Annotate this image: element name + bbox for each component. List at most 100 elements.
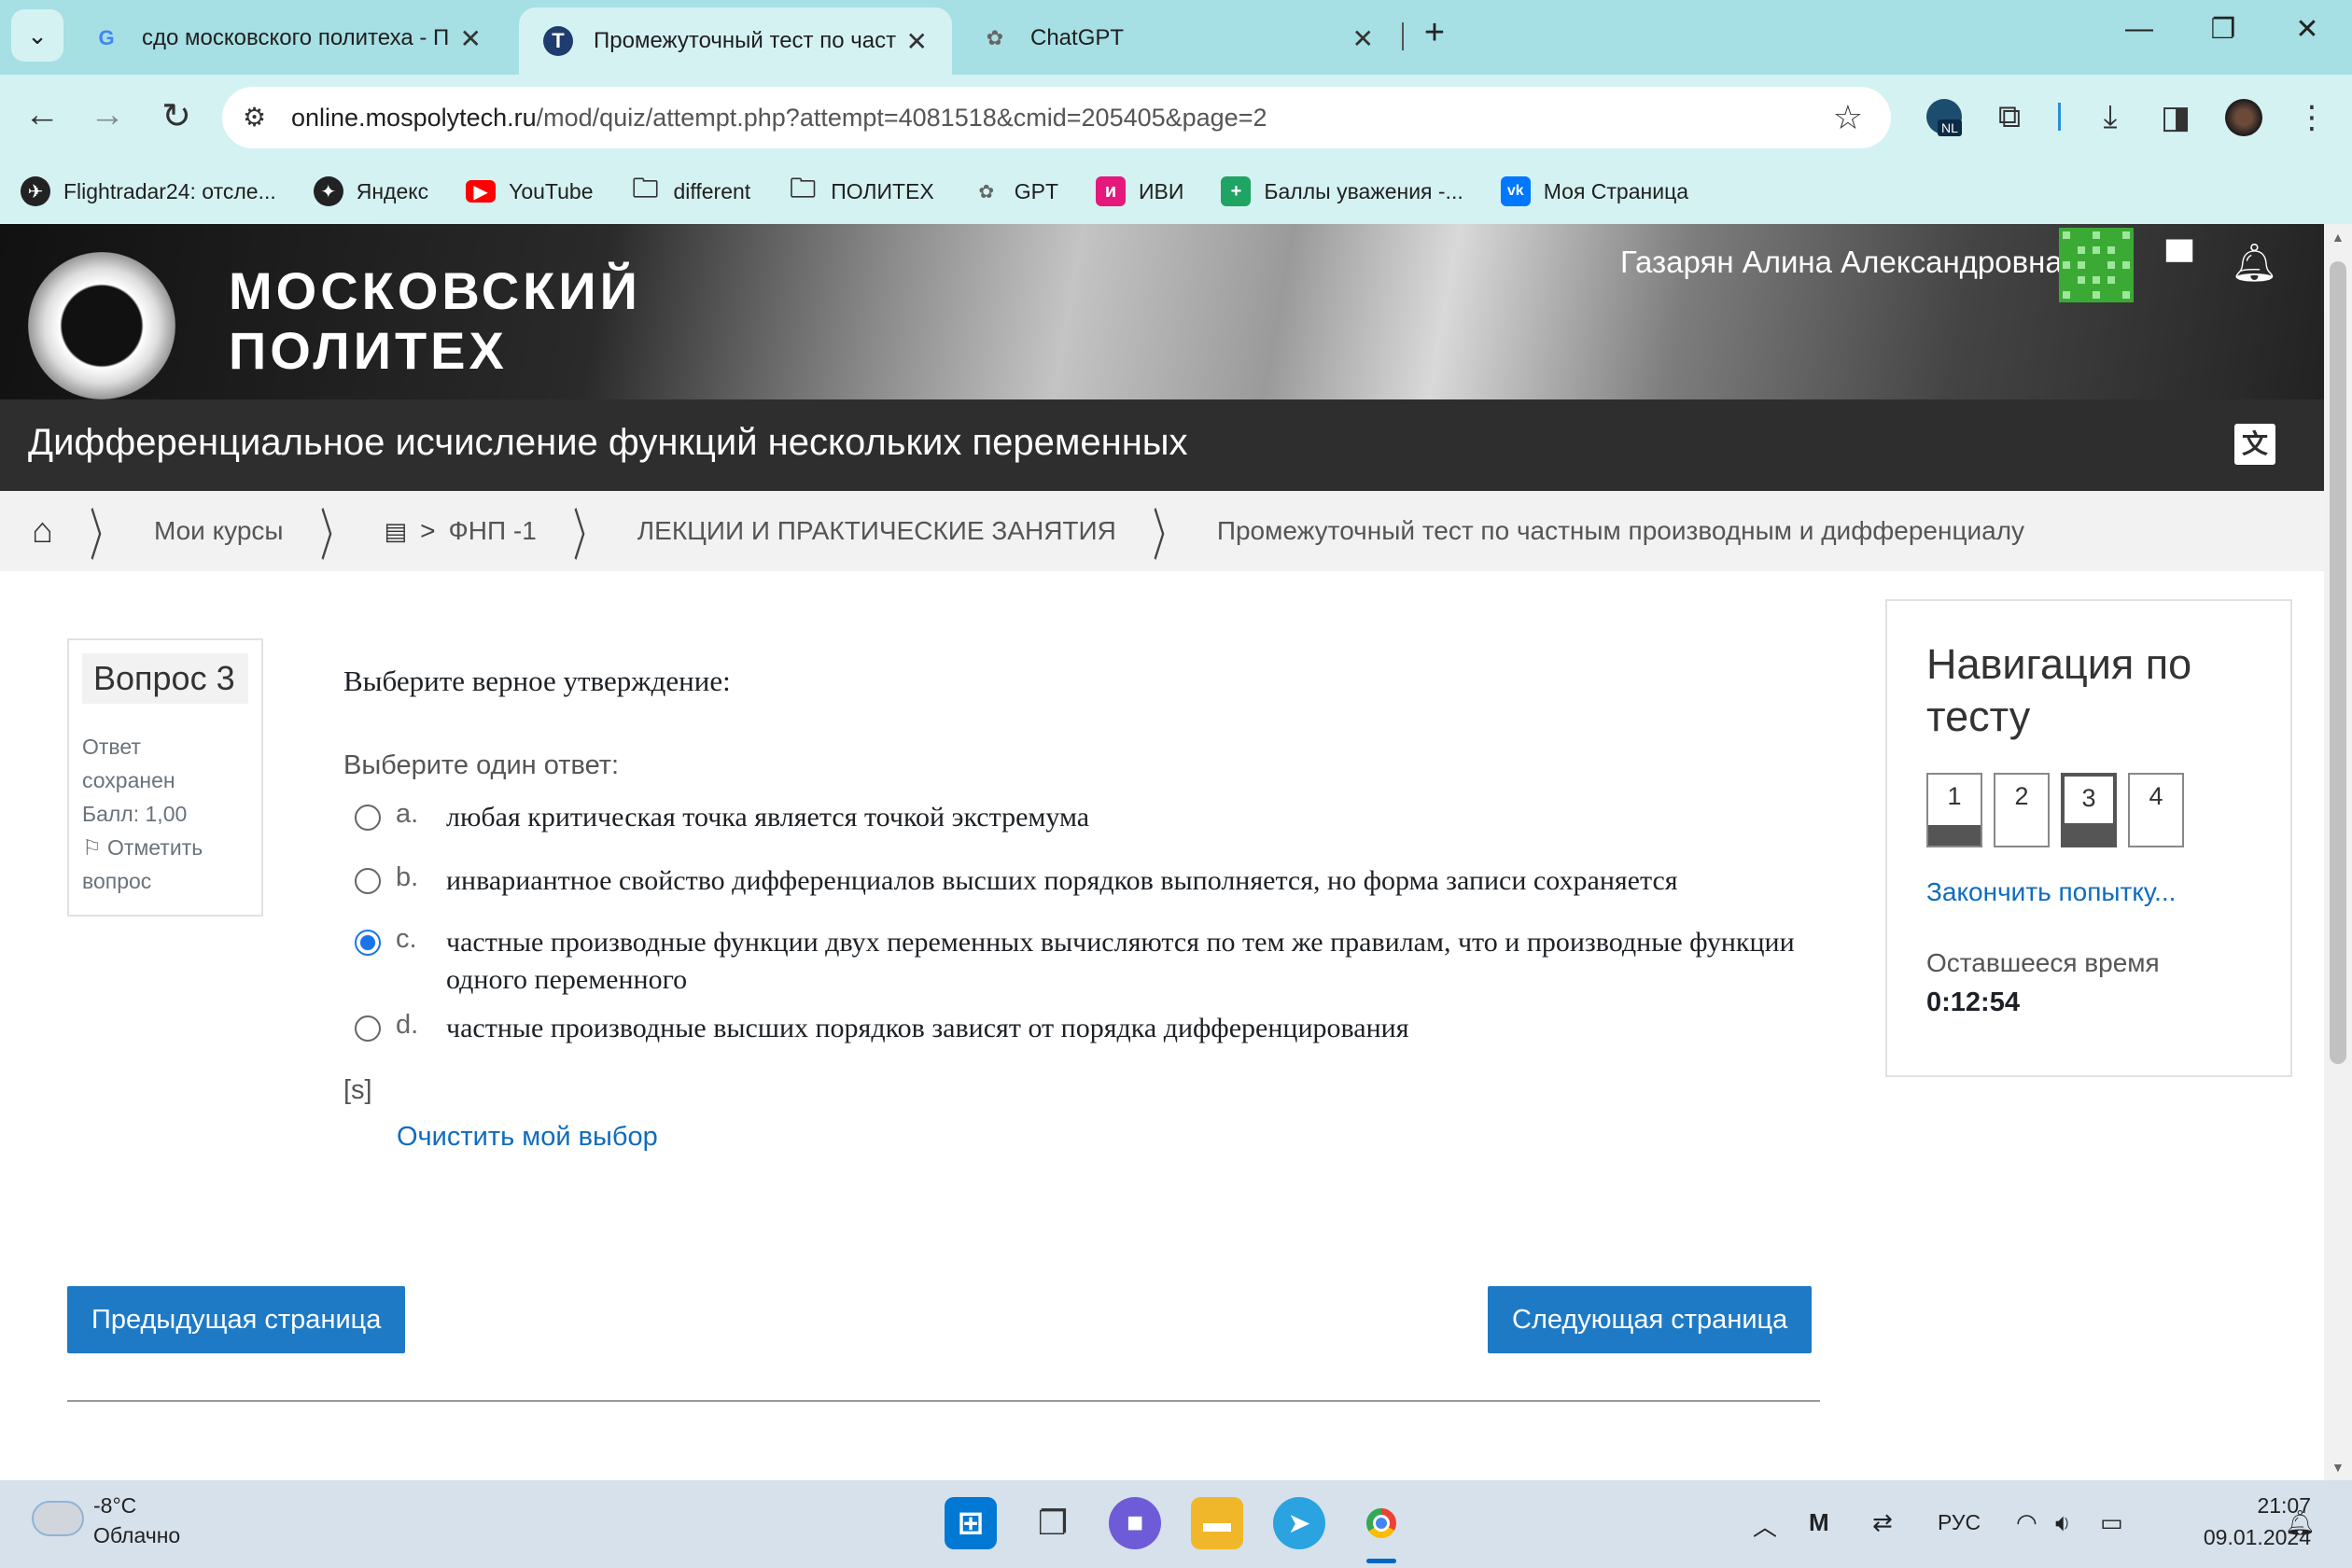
chevron-up-icon[interactable]: ︿ <box>1753 1508 1777 1543</box>
chevron-right-icon: 〉 <box>572 504 601 567</box>
weather-temp[interactable]: -8°C <box>93 1493 136 1519</box>
reload-icon[interactable]: ↻ <box>153 95 200 137</box>
close-icon[interactable]: ✕ <box>460 23 482 54</box>
scroll-up-icon[interactable]: ▲ <box>2331 230 2345 245</box>
restore-icon[interactable]: ❐ <box>2195 13 2251 46</box>
bookmark-yandex[interactable]: ✦ Яндекс <box>313 176 428 206</box>
close-icon[interactable]: ✕ <box>1352 23 1374 54</box>
bookmark-vk[interactable]: vk Моя Страница <box>1500 176 1689 206</box>
question-info: Вопрос 3 Ответ сохранен Балл: 1,00 ⚐ Отм… <box>67 638 263 917</box>
bookmark-gpt[interactable]: ✿ GPT <box>972 176 1058 206</box>
start-icon[interactable]: ⊞ <box>945 1497 997 1549</box>
notification-bell-icon[interactable]: 🔔︎ <box>2285 1508 2316 1537</box>
chrome-icon[interactable] <box>1355 1497 1407 1549</box>
radio-b[interactable] <box>355 868 381 894</box>
answer-option-a[interactable]: a. любая критическая точка является точк… <box>355 799 1883 836</box>
address-bar[interactable]: ⚙ online.mospolytech.ru/mod/quiz/attempt… <box>222 87 1891 148</box>
option-text[interactable]: инвариантное свойство дифференциалов выс… <box>446 862 1883 900</box>
download-icon[interactable]: ⤓ <box>2087 99 2134 135</box>
breadcrumb-my-courses[interactable]: Мои курсы <box>154 516 284 546</box>
quiz-nav-question-3[interactable]: 3 <box>2061 773 2117 847</box>
tab-quiz[interactable]: T Промежуточный тест по частн ✕ <box>519 7 952 75</box>
answer-option-d[interactable]: d. частные производные высших порядков з… <box>355 1010 1883 1047</box>
logo-icon[interactable] <box>28 252 175 399</box>
back-icon[interactable]: ← <box>19 95 65 135</box>
scroll-thumb[interactable] <box>2330 261 2346 1064</box>
task-view-icon[interactable]: ❐ <box>1027 1497 1079 1549</box>
user-name[interactable]: Газарян Алина Александровна <box>1620 245 2063 280</box>
side-panel-icon[interactable]: ◨ <box>2152 99 2199 136</box>
telegram-icon[interactable]: ➤ <box>1273 1497 1325 1549</box>
weather-desc[interactable]: Облачно <box>93 1523 180 1548</box>
battery-icon[interactable]: ▭ <box>2100 1508 2123 1537</box>
tab-chatgpt[interactable]: ✿ ChatGPT ✕ <box>956 7 1398 69</box>
next-page-button[interactable]: Следующая страница <box>1488 1286 1813 1353</box>
question-number-label: 4 <box>2149 782 2163 810</box>
clear-choice-link[interactable]: Очистить мой выбор <box>397 1122 658 1153</box>
option-text[interactable]: частные производные функции двух перемен… <box>446 924 1874 999</box>
breadcrumb-course[interactable]: ФНП -1 <box>448 516 536 546</box>
chat-icon[interactable]: ■ <box>1109 1497 1161 1549</box>
extensions-icon[interactable]: ⧉ <box>1986 99 2033 135</box>
quiz-nav-question-2[interactable]: 2 <box>1994 773 2050 847</box>
volume-icon[interactable]: 🔉︎ <box>2055 1508 2070 1538</box>
wifi-icon[interactable]: ◠ <box>2016 1508 2037 1537</box>
avatar[interactable] <box>2059 228 2134 302</box>
flag-question[interactable]: ⚐ Отметить <box>82 831 248 864</box>
new-tab-button[interactable]: + <box>1413 13 1456 53</box>
question-number: Вопрос 3 <box>82 653 248 704</box>
option-letter: b. <box>396 862 419 892</box>
answer-option-c[interactable]: c. частные производные функции двух пере… <box>355 924 1874 999</box>
translate-icon[interactable]: 文 <box>2234 424 2275 465</box>
bookmark-label: YouTube <box>509 178 594 203</box>
question-state-2: сохранен <box>82 768 175 792</box>
quiz-nav-question-1[interactable]: 1 <box>1926 773 1982 847</box>
site-logo-text[interactable]: МОСКОВСКИЙ ПОЛИТЕХ <box>229 261 641 381</box>
page-scrollbar[interactable]: ▲ ▼ <box>2324 224 2352 1480</box>
bookmark-ivi[interactable]: и ИВИ <box>1096 176 1183 206</box>
google-icon: G <box>98 26 115 49</box>
question-number-label: 2 <box>2014 782 2029 810</box>
profile-avatar[interactable] <box>2225 99 2262 136</box>
bookmark-youtube[interactable]: ▶ YouTube <box>466 178 594 204</box>
vpn-extension-icon[interactable]: NL <box>1921 99 1967 143</box>
sliders-icon[interactable]: ⇄ <box>1872 1508 1893 1537</box>
bookmark-folder-different[interactable]: 🗀 different <box>631 174 750 206</box>
bookmark-flightradar[interactable]: ✈ Flightradar24: отсле... <box>21 176 276 206</box>
quiz-nav-question-4[interactable]: 4 <box>2128 773 2184 847</box>
option-text[interactable]: любая критическая точка является точкой … <box>446 799 1883 836</box>
scroll-down-icon[interactable]: ▼ <box>2331 1460 2345 1475</box>
flag-icon: ⚐ <box>82 835 102 860</box>
vk-icon: vk <box>1500 176 1531 206</box>
flag-label-2[interactable]: вопрос <box>82 864 248 898</box>
input-language[interactable]: РУС <box>1938 1510 1981 1535</box>
cloud-icon[interactable] <box>32 1501 84 1536</box>
close-window-icon[interactable]: ✕ <box>2279 13 2335 46</box>
finish-attempt-link[interactable]: Закончить попытку... <box>1926 877 2176 907</box>
file-explorer-icon[interactable]: ▬ <box>1191 1497 1243 1549</box>
close-icon[interactable]: ✕ <box>906 26 928 57</box>
forward-icon[interactable]: → <box>84 95 131 135</box>
bell-icon[interactable]: 🔔︎ <box>2231 241 2278 285</box>
answer-option-b[interactable]: b. инвариантное свойство дифференциалов … <box>355 862 1883 900</box>
site-info-icon[interactable]: ⚙ <box>243 102 266 133</box>
tab-search-button[interactable]: ⌄ <box>11 9 63 62</box>
bookmark-star-icon[interactable]: ☆ <box>1833 98 1863 137</box>
option-text[interactable]: частные производные высших порядков зави… <box>446 1010 1883 1047</box>
bookmark-label: Моя Страница <box>1543 178 1689 203</box>
radio-a[interactable] <box>355 805 381 831</box>
menu-icon[interactable]: ⋮ <box>2289 99 2335 136</box>
previous-page-button[interactable]: Предыдущая страница <box>67 1286 406 1353</box>
breadcrumb-section[interactable]: ЛЕКЦИИ И ПРАКТИЧЕСКИЕ ЗАНЯТИЯ <box>637 516 1116 546</box>
gmail-icon[interactable]: M <box>1809 1508 1829 1537</box>
tab-google[interactable]: G сдо московского политеха - П ✕ <box>67 7 506 69</box>
home-icon[interactable]: ⌂ <box>32 511 53 552</box>
bookmark-sheets[interactable]: + Баллы уважения -... <box>1221 176 1463 206</box>
messages-icon[interactable]: ▀ <box>2156 241 2203 283</box>
radio-d[interactable] <box>355 1015 381 1042</box>
radio-c[interactable] <box>355 930 381 956</box>
bookmark-folder-politeh[interactable]: 🗀 ПОЛИТЕХ <box>788 174 934 206</box>
chatgpt-icon: ✿ <box>978 181 995 203</box>
minimize-icon[interactable]: — <box>2111 13 2167 45</box>
breadcrumb-quiz[interactable]: Промежуточный тест по частным производны… <box>1217 516 2024 546</box>
